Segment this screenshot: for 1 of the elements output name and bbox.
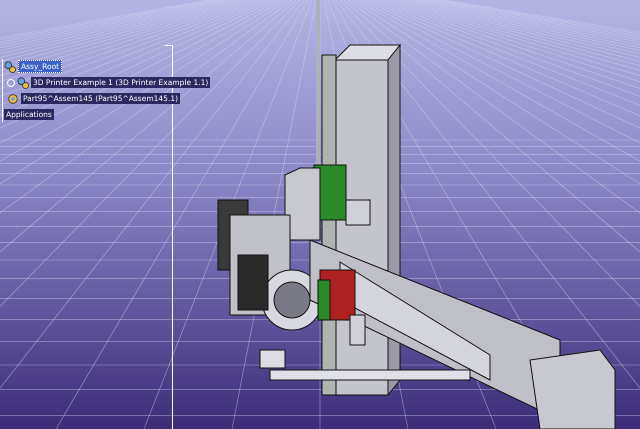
expand-toggle[interactable] — [7, 78, 15, 86]
